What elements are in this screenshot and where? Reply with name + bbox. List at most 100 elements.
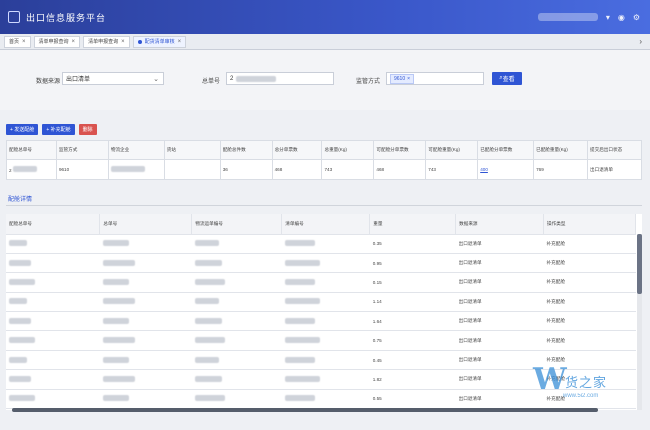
watermark-url: www.5i2.com <box>563 393 599 399</box>
detail-header-row: 配舱总单号 总单号 物流运单编号 清单编号 重量 数据来源 操作类型 <box>6 214 636 235</box>
redacted-text <box>284 278 315 285</box>
source-select-value: 出口清单 <box>66 77 91 83</box>
redacted-text <box>194 337 225 344</box>
allocated-tickets-link: 400 <box>480 167 488 172</box>
close-icon[interactable]: × <box>22 39 26 45</box>
cell-op-type: 补充配舱 <box>543 272 636 293</box>
table-row[interactable]: 1.64 出口退清单 补充配舱 <box>6 311 636 332</box>
cell-total-no <box>99 311 192 332</box>
bell-icon[interactable]: ◉ <box>618 13 625 22</box>
cell-logistics <box>107 159 165 180</box>
tab-label: 清单申报查询 <box>38 39 69 45</box>
cell-source: 出口退清单 <box>455 311 544 332</box>
watermark-w-icon: W <box>533 362 567 397</box>
col-header: 总分单票数 <box>271 140 323 160</box>
table-row[interactable]: 0.95 出口退清单 补充配舱 <box>6 253 636 274</box>
redacted-text <box>9 317 31 324</box>
cell-waybill-no <box>191 234 282 254</box>
col-header: 监管方式 <box>55 140 109 160</box>
col-header: 物流企业 <box>107 140 165 160</box>
active-dot-icon <box>137 39 142 44</box>
redacted-text <box>284 337 320 344</box>
watermark-brand: 货之家 <box>565 375 608 390</box>
cell-weight: 0.45 <box>369 350 456 371</box>
search-button[interactable]: ⌕ 查看 <box>492 72 522 85</box>
redacted-text <box>194 356 219 363</box>
redacted-text <box>9 240 27 247</box>
tab-declaration-query-2[interactable]: 清单申报查询 × <box>83 35 130 48</box>
redacted-text <box>284 259 320 266</box>
tab-home[interactable]: 首页 × <box>4 35 31 48</box>
cell-order-no <box>6 369 100 390</box>
cell-order-no <box>6 253 100 274</box>
supervision-chip[interactable]: 9610 × <box>390 73 415 84</box>
tab-allocation-review[interactable]: 配货清单审核 × <box>132 35 187 48</box>
table-row[interactable]: 1.14 出口退清单 补充配舱 <box>6 292 636 313</box>
col-header: 货站 <box>163 140 221 160</box>
redacted-text <box>284 356 315 363</box>
total-no-input[interactable]: 2 <box>226 72 334 85</box>
action-bar: + 发送配舱 + 补充配舱 删除 <box>6 124 97 135</box>
table-row[interactable]: 0.15 出口退清单 补充配舱 <box>6 272 636 293</box>
user-name[interactable] <box>537 13 598 21</box>
cell-order-no <box>6 234 100 254</box>
scroll-thumb[interactable] <box>637 234 642 294</box>
col-header: 配舱总件数 <box>219 140 273 160</box>
supplement-allocation-button[interactable]: + 补充配舱 <box>42 124 75 135</box>
col-header: 已配舱重量(Kg) <box>533 140 588 160</box>
cell-total-weight: 743 <box>321 159 375 180</box>
redacted-text <box>194 317 222 324</box>
divider <box>6 205 642 206</box>
close-icon[interactable]: × <box>407 76 410 82</box>
cell-order-no: 2 <box>6 159 57 180</box>
settings-icon[interactable]: ⚙ <box>633 13 640 22</box>
cell-op-type: 补充配舱 <box>543 311 636 332</box>
cell-waybill-no <box>191 311 282 332</box>
close-icon[interactable]: × <box>121 39 125 45</box>
cell-order-no <box>6 389 100 410</box>
source-select[interactable]: 出口清单 ⌄ <box>62 72 164 85</box>
cell-list-no <box>281 350 370 371</box>
cell-waybill-no <box>191 330 282 351</box>
chip-label: 9610 <box>394 75 406 82</box>
cell-order-no <box>6 292 100 313</box>
close-icon[interactable]: × <box>178 39 182 45</box>
redacted-text <box>102 240 129 247</box>
chevron-down-icon[interactable]: ▾ <box>606 13 610 22</box>
redacted-text <box>284 395 315 402</box>
col-header: 物流运单编号 <box>191 214 283 235</box>
cell-total-no <box>99 350 192 371</box>
tab-bar: 首页 × 清单申报查询 × 清单申报查询 × 配货清单审核 × › <box>0 34 650 50</box>
cell-order-no <box>6 272 100 293</box>
cell-allocated-tickets[interactable]: 400 <box>477 159 535 180</box>
cell-total-no <box>99 253 192 274</box>
filter-panel: 数据来源 出口清单 ⌄ 总单号 2 监管方式 9610 × ⌕ 查看 <box>0 50 650 110</box>
col-header: 总单号 <box>99 214 193 235</box>
cell-supervision: 9610 <box>55 159 109 180</box>
delete-button[interactable]: 删除 <box>78 124 97 135</box>
cell-total-no <box>99 330 192 351</box>
cell-total-no <box>99 369 192 390</box>
cell-total-no <box>99 234 192 254</box>
summary-table: 配舱总单号 监管方式 物流企业 货站 配舱总件数 总分单票数 总重量(Kg) 可… <box>6 140 642 180</box>
cell-op-type: 补充配舱 <box>543 253 636 274</box>
redacted-text <box>194 395 225 402</box>
cell-op-type: 补充配舱 <box>543 330 636 351</box>
top-header: 出口信息服务平台 ▾ ◉ ⚙ <box>0 0 650 34</box>
summary-row[interactable]: 2 9610 36 468 743 468 743 400 769 出口退清单 <box>6 159 642 180</box>
cell-source: 出口退清单 <box>455 330 544 351</box>
tab-declaration-query-1[interactable]: 清单申报查询 × <box>33 35 81 48</box>
chevron-right-icon[interactable]: › <box>639 37 642 46</box>
table-row[interactable]: 0.35 出口退清单 补充配舱 <box>6 234 636 254</box>
col-header: 数据来源 <box>455 214 545 235</box>
col-header: 配舱总单号 <box>6 214 101 235</box>
send-allocation-button[interactable]: + 发送配舱 <box>6 124 39 135</box>
col-header: 已配舱分单票数 <box>477 140 535 160</box>
supervision-select[interactable]: 9610 × <box>386 72 484 85</box>
cell-weight: 0.35 <box>369 234 456 254</box>
cell-list-no <box>281 272 370 293</box>
table-row[interactable]: 0.75 出口退清单 补充配舱 <box>6 330 636 351</box>
close-icon[interactable]: × <box>72 39 76 45</box>
cell-op-type: 补充配舱 <box>543 292 636 313</box>
horizontal-scrollbar[interactable] <box>12 408 598 412</box>
